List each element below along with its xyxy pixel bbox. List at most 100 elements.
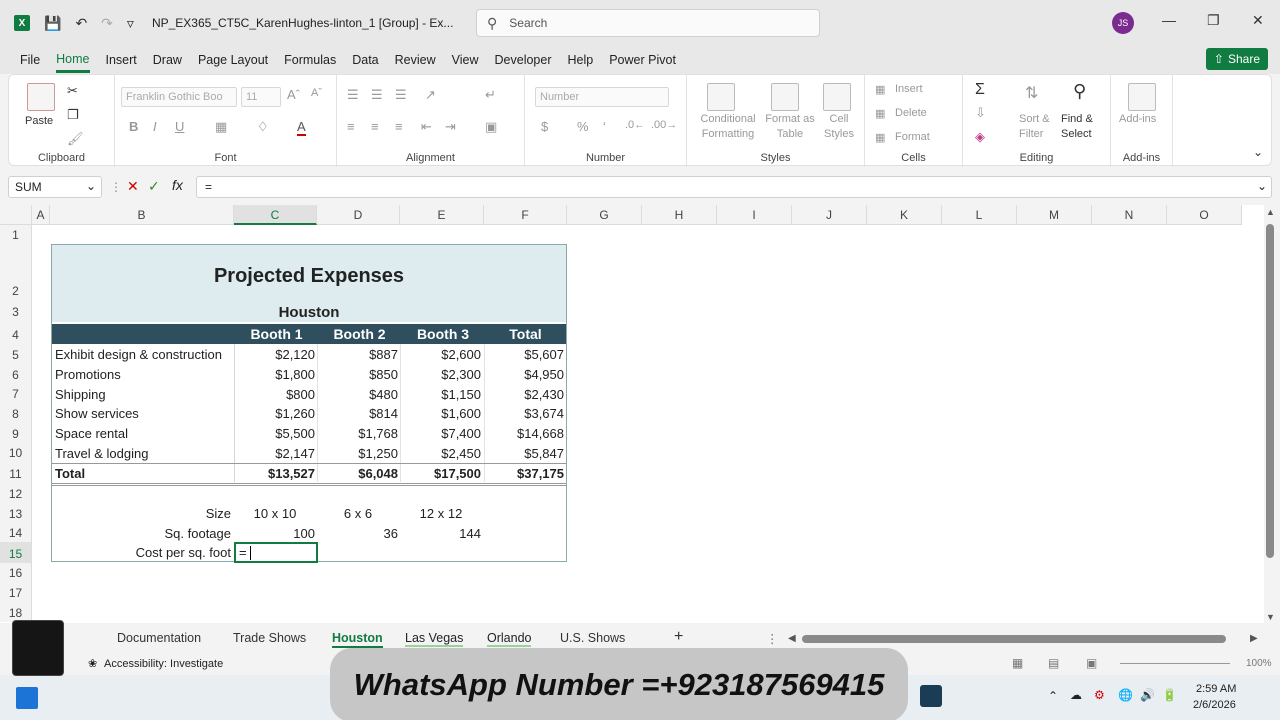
accessibility-status[interactable]: Accessibility: Investigate [104, 658, 223, 670]
col-header-m[interactable]: M [1017, 205, 1092, 225]
sqft-label[interactable]: Sq. footage [55, 524, 232, 543]
restore-icon[interactable]: ❐ [1207, 12, 1220, 29]
copy-icon[interactable]: ❐ [67, 107, 79, 123]
row-header-10[interactable]: 10 [0, 443, 32, 462]
insert-cells-icon[interactable]: ▦ [875, 83, 885, 96]
clock-time[interactable]: 2:59 AM [1196, 683, 1236, 695]
col-header-a[interactable]: A [32, 205, 50, 225]
row-header-3[interactable]: 3 [0, 300, 32, 321]
orientation-icon[interactable]: ↗ [425, 87, 436, 103]
user-avatar[interactable]: JS [1112, 12, 1134, 34]
close-icon[interactable]: ✕ [1252, 12, 1264, 29]
percent-icon[interactable]: % [577, 119, 589, 134]
currency-icon[interactable]: $ [541, 119, 548, 134]
decrease-indent-icon[interactable]: ⇤ [421, 119, 432, 135]
row-header-8[interactable]: 8 [0, 403, 32, 423]
addins-icon[interactable] [1128, 83, 1156, 111]
header-booth2[interactable]: Booth 2 [318, 325, 401, 344]
format-as-table-button[interactable]: Format as [765, 113, 815, 125]
name-box-dropdown-icon[interactable]: ⌄ [86, 179, 96, 193]
addins-button[interactable]: Add-ins [1119, 113, 1156, 125]
cell-value[interactable]: $4,950 [485, 365, 564, 384]
tab-draw[interactable]: Draw [153, 49, 182, 71]
bold-icon[interactable]: B [129, 119, 138, 134]
conditional-formatting-button[interactable]: Conditional [691, 113, 765, 125]
formula-input[interactable]: = ⌄ [196, 176, 1272, 198]
undo-icon[interactable]: ↶ [75, 15, 87, 32]
cell-value[interactable]: $814 [318, 404, 398, 423]
vertical-scroll-thumb[interactable] [1266, 224, 1274, 558]
decrease-font-icon[interactable]: Aˇ [311, 87, 322, 99]
row-header-13[interactable]: 13 [0, 503, 32, 523]
row-label[interactable]: Exhibit design & construction [55, 345, 233, 364]
sqft-value[interactable]: 144 [401, 524, 481, 543]
more-options-icon[interactable]: ⋮ [110, 180, 122, 194]
tray-network-icon[interactable]: 🌐 [1118, 688, 1133, 702]
cell-styles-button[interactable]: Cell [817, 113, 861, 125]
cut-icon[interactable]: ✂ [67, 83, 78, 99]
expand-formula-icon[interactable]: ⌄ [1257, 179, 1267, 193]
cell-value[interactable]: $2,430 [485, 385, 564, 404]
format-painter-icon[interactable]: 🖌 [67, 131, 84, 147]
col-header-h[interactable]: H [642, 205, 717, 225]
add-sheet-icon[interactable]: + [674, 628, 683, 646]
cell-value[interactable]: $1,150 [401, 385, 481, 404]
row-header-9[interactable]: 9 [0, 423, 32, 443]
find-select-icon[interactable]: ⚲ [1073, 81, 1086, 102]
font-name-dropdown[interactable]: Franklin Gothic Boo [121, 87, 237, 107]
row-header-7[interactable]: 7 [0, 384, 32, 403]
col-header-f[interactable]: F [484, 205, 567, 225]
page-layout-view-icon[interactable]: ▤ [1048, 656, 1059, 670]
col-header-o[interactable]: O [1167, 205, 1242, 225]
col-header-n[interactable]: N [1092, 205, 1167, 225]
total-value[interactable]: $17,500 [401, 464, 481, 483]
tray-chevron-icon[interactable]: ⌃ [1048, 689, 1058, 703]
tray-security-icon[interactable]: ⚙ [1094, 688, 1105, 702]
increase-font-icon[interactable]: Aˆ [287, 87, 300, 102]
increase-indent-icon[interactable]: ⇥ [445, 119, 456, 135]
page-break-view-icon[interactable]: ▣ [1086, 656, 1097, 670]
tab-file[interactable]: File [20, 49, 40, 71]
col-header-l[interactable]: L [942, 205, 1017, 225]
total-value[interactable]: $13,527 [235, 464, 315, 483]
cell-value[interactable]: $14,668 [485, 424, 564, 443]
tab-developer[interactable]: Developer [495, 49, 552, 71]
minimize-icon[interactable]: — [1162, 12, 1176, 28]
total-value[interactable]: $6,048 [318, 464, 398, 483]
col-header-b[interactable]: B [50, 205, 234, 225]
save-icon[interactable]: 💾 [44, 15, 61, 32]
col-header-e[interactable]: E [400, 205, 484, 225]
size-value[interactable]: 6 x 6 [318, 504, 398, 523]
fill-icon[interactable]: ⇩ [975, 105, 986, 121]
underline-icon[interactable]: U [175, 119, 184, 134]
cell-value[interactable]: $850 [318, 365, 398, 384]
cell-value[interactable]: $3,674 [485, 404, 564, 423]
align-middle-icon[interactable]: ☰ [371, 87, 383, 103]
col-header-g[interactable]: G [567, 205, 642, 225]
worksheet-grid[interactable]: A B C D E F G H I J K L M N O 1 2 3 4 5 … [0, 205, 1264, 623]
comma-icon[interactable]: ‘ [603, 119, 606, 134]
tab-view[interactable]: View [452, 49, 479, 71]
row-label[interactable]: Shipping [55, 385, 233, 404]
italic-icon[interactable]: I [153, 119, 157, 134]
increase-decimal-icon[interactable]: .0← [625, 119, 645, 131]
clear-icon[interactable]: ◈ [975, 129, 985, 145]
autosum-icon[interactable]: Σ [975, 81, 985, 99]
header-total[interactable]: Total [485, 325, 566, 344]
scroll-down-icon[interactable]: ▼ [1266, 612, 1275, 622]
sheet-title[interactable]: Projected Expenses [52, 263, 566, 289]
row-header-16[interactable]: 16 [0, 563, 32, 582]
font-size-dropdown[interactable]: 11 [241, 87, 281, 107]
scroll-left-icon[interactable]: ◀ [788, 633, 796, 644]
col-header-j[interactable]: J [792, 205, 867, 225]
size-label[interactable]: Size [55, 504, 231, 523]
row-header-12[interactable]: 12 [0, 483, 32, 503]
size-value[interactable]: 12 x 12 [401, 504, 481, 523]
collapse-ribbon-icon[interactable]: ⌄ [1253, 145, 1263, 159]
sort-filter-button[interactable]: Sort & [1019, 113, 1050, 125]
enter-icon[interactable]: ✓ [148, 178, 160, 195]
delete-cells-icon[interactable]: ▦ [875, 107, 885, 120]
cell-value[interactable]: $2,120 [235, 345, 315, 364]
sheet-tab-orlando[interactable]: Orlando [487, 631, 532, 647]
sheet-tab-documentation[interactable]: Documentation [117, 631, 201, 645]
